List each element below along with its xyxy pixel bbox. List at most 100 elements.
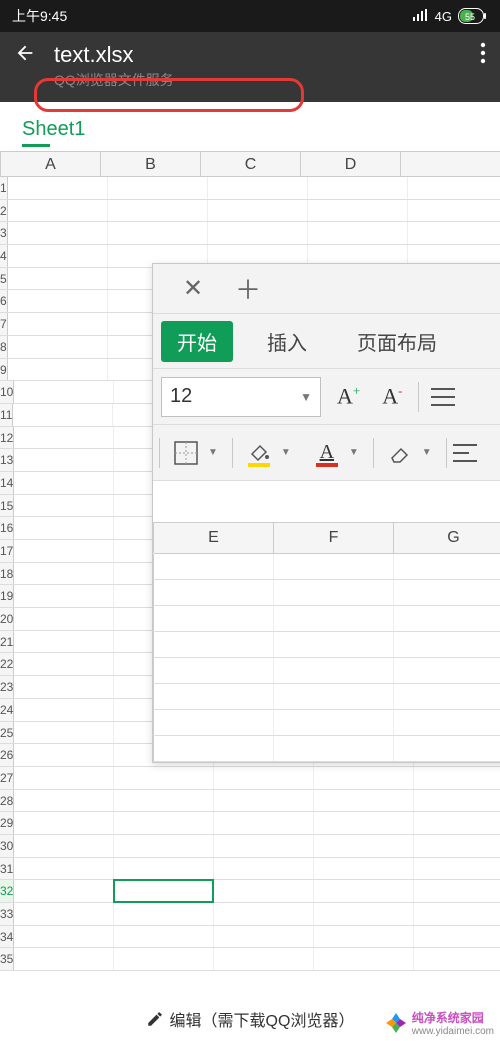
- cell[interactable]: [394, 606, 500, 631]
- cell[interactable]: [154, 554, 274, 579]
- cell[interactable]: [208, 200, 308, 222]
- cell[interactable]: [274, 736, 394, 761]
- cell[interactable]: [394, 580, 500, 605]
- cell[interactable]: [314, 790, 414, 812]
- row-header[interactable]: 35: [0, 948, 14, 970]
- cell[interactable]: [214, 767, 314, 789]
- row-header[interactable]: 12: [0, 427, 14, 449]
- cell[interactable]: [8, 245, 108, 267]
- close-tab-button[interactable]: ✕: [163, 274, 223, 303]
- row-header[interactable]: 25: [0, 722, 14, 744]
- cell[interactable]: [14, 812, 114, 834]
- overlay-col-G[interactable]: G: [394, 523, 500, 554]
- row-header[interactable]: 26: [0, 744, 14, 766]
- fill-color-tool[interactable]: ▼: [237, 437, 301, 469]
- row-header[interactable]: 5: [0, 268, 8, 290]
- cell[interactable]: [114, 903, 214, 925]
- cell[interactable]: [14, 495, 114, 517]
- cell[interactable]: [154, 684, 274, 709]
- cell[interactable]: [308, 222, 408, 244]
- row-header[interactable]: 20: [0, 608, 14, 630]
- cell[interactable]: [13, 404, 113, 426]
- cell[interactable]: [8, 268, 108, 290]
- cell[interactable]: [394, 632, 500, 657]
- cell[interactable]: [14, 903, 114, 925]
- row-header[interactable]: 2: [0, 200, 8, 222]
- ribbon-tab-insert[interactable]: 插入: [251, 321, 323, 362]
- row-header[interactable]: 30: [0, 835, 14, 857]
- cell[interactable]: [414, 926, 500, 948]
- cell[interactable]: [314, 926, 414, 948]
- cell[interactable]: [8, 200, 108, 222]
- cell[interactable]: [14, 563, 114, 585]
- row-header[interactable]: 9: [0, 359, 8, 381]
- row-header[interactable]: 17: [0, 540, 14, 562]
- cell[interactable]: [394, 658, 500, 683]
- cell[interactable]: [408, 222, 500, 244]
- cell[interactable]: [14, 948, 114, 970]
- cell[interactable]: [214, 858, 314, 880]
- cell[interactable]: [14, 427, 114, 449]
- cell[interactable]: [308, 200, 408, 222]
- align-button[interactable]: [429, 386, 457, 408]
- cell[interactable]: [414, 812, 500, 834]
- cell[interactable]: [114, 880, 214, 902]
- col-header-more[interactable]: [401, 152, 500, 176]
- cell[interactable]: [14, 676, 114, 698]
- row-header[interactable]: 4: [0, 245, 8, 267]
- ribbon-tab-pagelayout[interactable]: 页面布局: [341, 321, 453, 362]
- cell[interactable]: [214, 880, 314, 902]
- cell[interactable]: [274, 580, 394, 605]
- cell[interactable]: [14, 631, 114, 653]
- eraser-tool[interactable]: ▼: [378, 437, 442, 469]
- cell[interactable]: [408, 200, 500, 222]
- row-header[interactable]: 3: [0, 222, 8, 244]
- row-header[interactable]: 28: [0, 790, 14, 812]
- cell[interactable]: [214, 812, 314, 834]
- cell[interactable]: [274, 684, 394, 709]
- cell[interactable]: [14, 653, 114, 675]
- cell[interactable]: [8, 177, 108, 199]
- col-header-D[interactable]: D: [301, 152, 401, 176]
- cell[interactable]: [14, 858, 114, 880]
- cell[interactable]: [154, 580, 274, 605]
- sheet-tab-1[interactable]: Sheet1: [22, 118, 85, 141]
- cell[interactable]: [14, 585, 114, 607]
- cell[interactable]: [314, 903, 414, 925]
- cell[interactable]: [14, 744, 114, 766]
- row-header[interactable]: 23: [0, 676, 14, 698]
- row-header[interactable]: 34: [0, 926, 14, 948]
- cell[interactable]: [394, 736, 500, 761]
- row-header[interactable]: 33: [0, 903, 14, 925]
- cell[interactable]: [274, 554, 394, 579]
- cell[interactable]: [414, 767, 500, 789]
- cell[interactable]: [14, 517, 114, 539]
- cell[interactable]: [314, 812, 414, 834]
- cell[interactable]: [408, 177, 500, 199]
- cell[interactable]: [214, 948, 314, 970]
- cell[interactable]: [114, 926, 214, 948]
- cell[interactable]: [8, 359, 108, 381]
- row-header[interactable]: 18: [0, 563, 14, 585]
- cell[interactable]: [274, 710, 394, 735]
- cell[interactable]: [14, 926, 114, 948]
- ribbon-tab-start[interactable]: 开始: [161, 321, 233, 362]
- cell[interactable]: [14, 880, 114, 902]
- cell[interactable]: [214, 926, 314, 948]
- cell[interactable]: [114, 948, 214, 970]
- cell[interactable]: [8, 313, 108, 335]
- cell[interactable]: [314, 767, 414, 789]
- cell[interactable]: [208, 222, 308, 244]
- cell[interactable]: [14, 835, 114, 857]
- cell[interactable]: [8, 290, 108, 312]
- col-header-A[interactable]: A: [1, 152, 101, 176]
- cell[interactable]: [14, 608, 114, 630]
- row-header[interactable]: 14: [0, 472, 14, 494]
- cell[interactable]: [314, 948, 414, 970]
- row-header[interactable]: 11: [0, 404, 13, 426]
- cell[interactable]: [314, 858, 414, 880]
- row-header[interactable]: 6: [0, 290, 8, 312]
- cell[interactable]: [108, 200, 208, 222]
- row-header[interactable]: 15: [0, 495, 14, 517]
- cell[interactable]: [414, 790, 500, 812]
